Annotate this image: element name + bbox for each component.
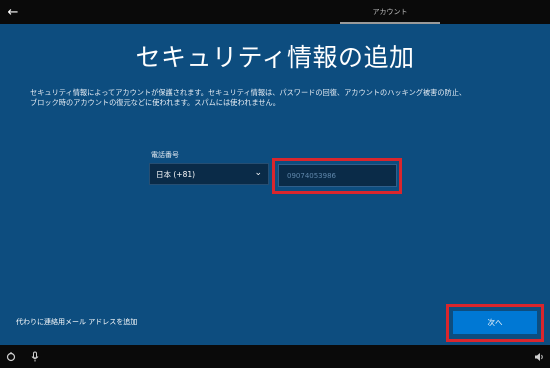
microphone-icon[interactable] bbox=[28, 350, 42, 363]
phone-label: 電話番号 bbox=[151, 151, 179, 159]
page-description: セキュリティ情報によってアカウントが保護されます。セキュリティ情報は、パスワード… bbox=[30, 88, 520, 108]
phone-number-input[interactable] bbox=[278, 164, 397, 187]
back-arrow-icon: ← bbox=[7, 4, 19, 20]
taskbar bbox=[0, 345, 550, 368]
top-bar: ← アカウント bbox=[0, 0, 550, 24]
next-button[interactable]: 次へ bbox=[453, 311, 537, 334]
tab-account: アカウント bbox=[338, 0, 442, 24]
back-button[interactable]: ← bbox=[4, 3, 22, 21]
tab-account-label: アカウント bbox=[372, 8, 408, 16]
country-code-select[interactable]: 日本 (+81) ⌄ bbox=[149, 163, 269, 185]
description-line-2: ブロック時のアカウントの復元などに使われます。スパムには使われません。 bbox=[30, 98, 280, 107]
volume-icon[interactable] bbox=[532, 350, 546, 363]
description-line-1: セキュリティ情報によってアカウントが保護されます。セキュリティ情報は、パスワード… bbox=[30, 88, 467, 97]
page-title: セキュリティ情報の追加 bbox=[135, 43, 415, 72]
chevron-down-icon: ⌄ bbox=[254, 168, 262, 178]
ease-of-access-icon[interactable] bbox=[4, 350, 18, 363]
add-email-instead-link[interactable]: 代わりに連絡用メール アドレスを追加 bbox=[16, 317, 137, 327]
country-code-value: 日本 (+81) bbox=[156, 169, 196, 179]
